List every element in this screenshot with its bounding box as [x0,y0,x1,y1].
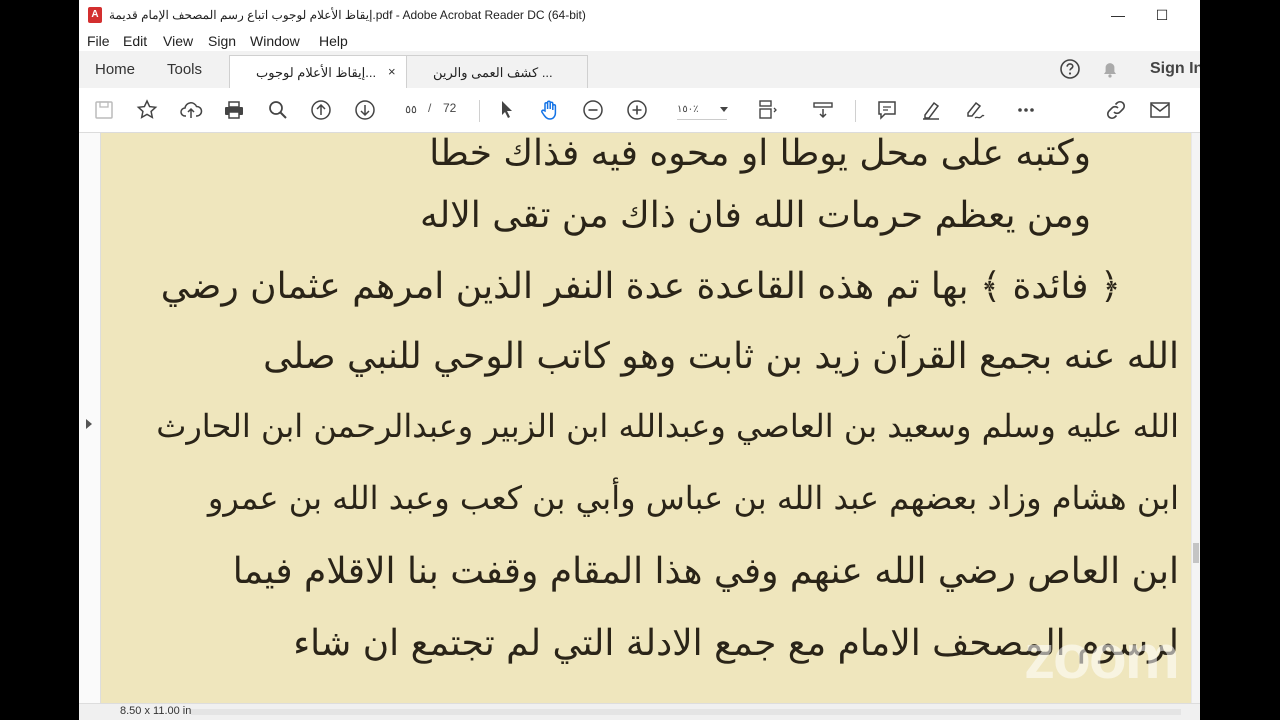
vertical-scrollbar[interactable] [1192,133,1200,703]
acrobat-icon: A [88,7,102,23]
scroll-mode-icon[interactable] [811,98,835,122]
menu-file[interactable]: File [87,33,110,49]
tab-tools[interactable]: Tools [167,61,202,78]
page-text-line: وكتبه على محل يوطا او محوه فيه فذاك خطا [429,133,1091,174]
email-icon[interactable] [1148,98,1172,122]
select-cursor-icon[interactable] [495,98,519,122]
menu-help[interactable]: Help [319,33,348,49]
page-number-input[interactable]: ٥٥ [401,101,421,119]
left-panel-rail[interactable] [79,133,101,703]
page-text-line: الله عنه بجمع القرآن زيد بن ثابت وهو كات… [263,336,1179,377]
page-total: 72 [443,101,457,115]
search-icon[interactable] [266,98,290,122]
minimize-button[interactable]: — [1103,4,1133,26]
zoom-out-icon[interactable] [581,98,605,122]
help-icon[interactable] [1059,58,1081,80]
horizontal-scrollbar[interactable] [191,709,1181,715]
zoom-in-icon[interactable] [625,98,649,122]
toolbar-divider [855,100,856,122]
maximize-button[interactable]: ☐ [1147,4,1177,26]
close-tab-icon[interactable]: × [388,64,396,79]
hand-tool-icon[interactable] [538,98,562,122]
menu-sign[interactable]: Sign [208,33,236,49]
window-title: إيقاظ الأعلام لوجوب اتباع رسم المصحف الإ… [109,8,586,22]
menu-window[interactable]: Window [250,33,300,49]
bell-icon[interactable] [1099,58,1121,80]
pdf-page[interactable]: وكتبه على محل يوطا او محوه فيه فذاك خطا … [101,133,1191,703]
page-separator: / [428,101,432,115]
tab-bar: Home Tools إيقاظ الأعلام لوجوب... × كشف … [79,51,1200,90]
page-up-icon[interactable] [309,98,333,122]
toolbar-divider [479,100,480,122]
star-icon[interactable] [135,98,159,122]
comment-icon[interactable] [875,98,899,122]
expand-panel-icon[interactable] [86,419,92,429]
document-viewer[interactable]: وكتبه على محل يوطا او محوه فيه فذاك خطا … [79,133,1200,703]
upload-icon[interactable] [179,98,203,122]
page-down-icon[interactable] [353,98,377,122]
menu-edit[interactable]: Edit [123,33,147,49]
page-text-line: ابن هشام وزاد بعضهم عبد الله بن عباس وأب… [207,479,1179,517]
sign-in-link[interactable]: Sign In [1150,60,1200,78]
acrobat-window: A إيقاظ الأعلام لوجوب اتباع رسم المصحف ا… [79,0,1200,720]
save-icon[interactable] [92,98,116,122]
fit-page-icon[interactable] [755,98,779,122]
title-bar: A إيقاظ الأعلام لوجوب اتباع رسم المصحف ا… [79,0,1200,31]
zoom-watermark: zoom [1024,623,1180,692]
page-text-line: الله عليه وسلم وسعيد بن العاصي وعبدالله … [156,407,1179,445]
toolbar: ٥٥ / 72 ١٥٠٪ [79,88,1200,133]
share-link-icon[interactable] [1104,98,1128,122]
chevron-down-icon[interactable] [720,107,728,112]
menu-bar: File Edit View Sign Window Help [79,31,1200,51]
tab-document-active[interactable]: إيقاظ الأعلام لوجوب... × [229,55,407,90]
tab-document-label: إيقاظ الأعلام لوجوب... [256,65,377,80]
tab-document-label: كشف العمى والرين ... [433,65,553,80]
page-text-line: ﴿ فائدة ﴾ بها تم هذه القاعدة عدة النفر ا… [160,266,1121,307]
page-text-line: ومن يعظم حرمات الله فان ذاك من تقى الاله [420,195,1091,236]
more-icon[interactable] [1014,98,1038,122]
tab-home[interactable]: Home [95,61,135,78]
sign-pen-icon[interactable] [963,98,987,122]
page-text-line: ابن العاص رضي الله عنهم وفي هذا المقام و… [232,551,1179,592]
status-bar: 8.50 x 11.00 in [79,703,1200,720]
scrollbar-thumb[interactable] [1193,543,1199,563]
tab-document-2[interactable]: كشف العمى والرين ... [406,55,588,89]
print-icon[interactable] [222,98,246,122]
menu-view[interactable]: View [163,33,193,49]
page-size-label: 8.50 x 11.00 in [120,705,192,717]
highlight-pen-icon[interactable] [919,98,943,122]
